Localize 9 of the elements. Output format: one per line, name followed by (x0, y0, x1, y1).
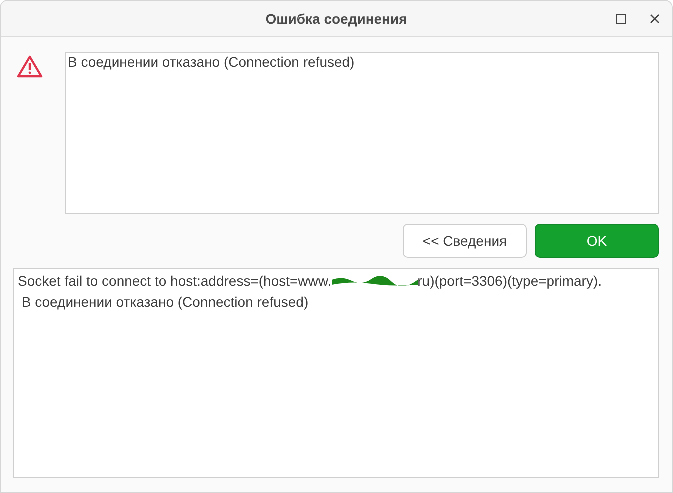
maximize-button[interactable] (614, 12, 628, 26)
detail-text: В соединении отказано (Connection refused) (20, 294, 309, 310)
detail-text: Socket fail to connect to host:address=(host=www. (18, 273, 332, 289)
detail-text: ru)(port=3306)(type=primary). (418, 273, 602, 289)
window-title: Ошибка соединения (266, 10, 408, 26)
details-button[interactable]: << Сведения (403, 224, 527, 258)
close-button[interactable] (648, 12, 662, 26)
error-message: В соединении отказано (Connection refused) (68, 54, 355, 70)
warning-icon (17, 55, 43, 78)
